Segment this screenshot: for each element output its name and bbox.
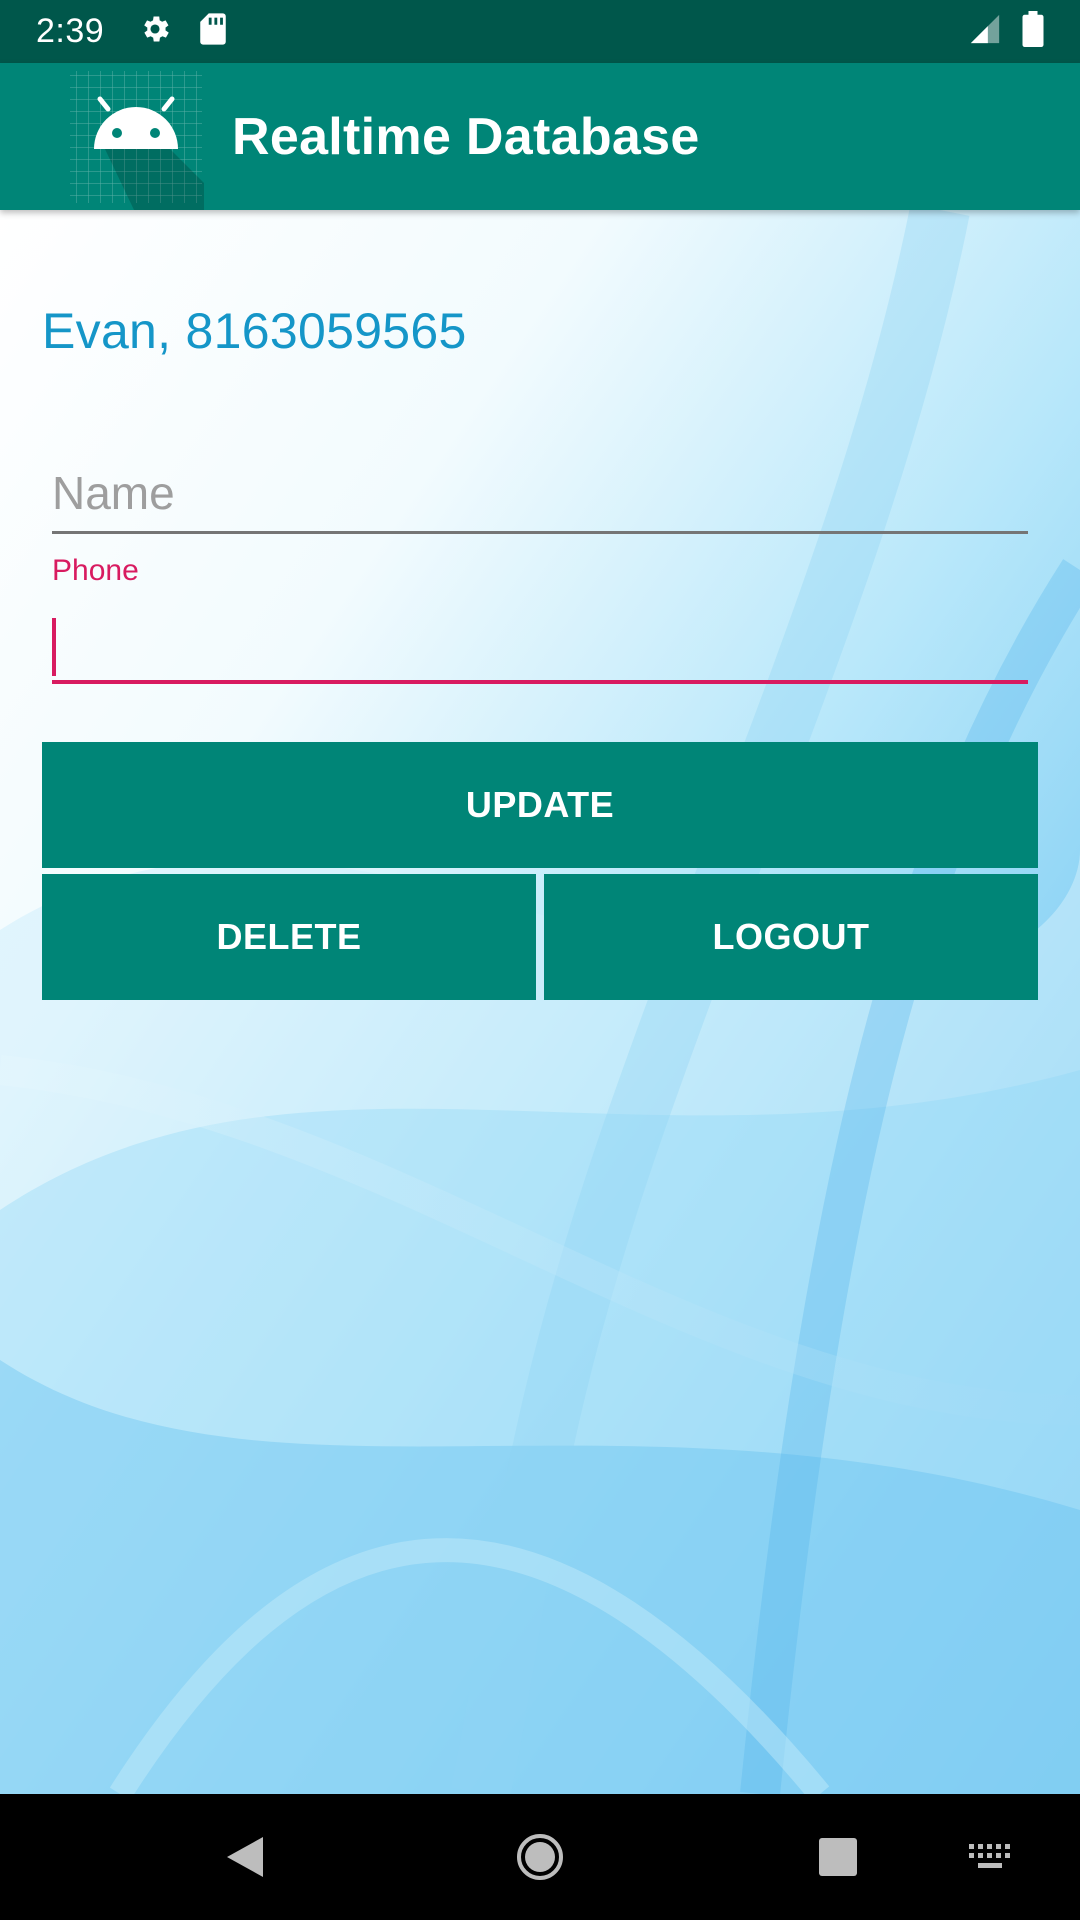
keyboard-icon[interactable] <box>955 1794 1025 1920</box>
status-icons-left <box>138 12 228 51</box>
app-title: Realtime Database <box>232 107 700 166</box>
name-field[interactable]: Name <box>52 454 1028 534</box>
battery-icon <box>1022 11 1044 52</box>
update-button[interactable]: UPDATE <box>42 742 1038 868</box>
status-time: 2:39 <box>36 12 105 50</box>
status-bar: 2:39 <box>0 0 1080 63</box>
home-icon[interactable] <box>495 1794 585 1920</box>
main-content: Evan, 8163059565 Name Phone UPDATE DELET… <box>0 210 1080 1794</box>
recents-icon[interactable] <box>793 1794 883 1920</box>
text-cursor <box>52 618 56 676</box>
background-image <box>0 210 1080 1794</box>
phone-label: Phone <box>52 554 139 587</box>
name-input[interactable]: Name <box>52 466 1028 520</box>
gear-icon <box>138 12 172 51</box>
logout-button[interactable]: LOGOUT <box>544 874 1038 1000</box>
sd-card-icon <box>198 12 228 51</box>
delete-button[interactable]: DELETE <box>42 874 536 1000</box>
signal-icon <box>968 12 1002 51</box>
app-bar: Realtime Database <box>0 63 1080 210</box>
phone-field[interactable] <box>52 604 1028 684</box>
status-icons-right <box>968 11 1044 52</box>
back-icon[interactable] <box>200 1794 290 1920</box>
navigation-bar <box>0 1794 1080 1920</box>
user-info-text: Evan, 8163059565 <box>42 303 467 359</box>
android-icon <box>64 63 208 210</box>
